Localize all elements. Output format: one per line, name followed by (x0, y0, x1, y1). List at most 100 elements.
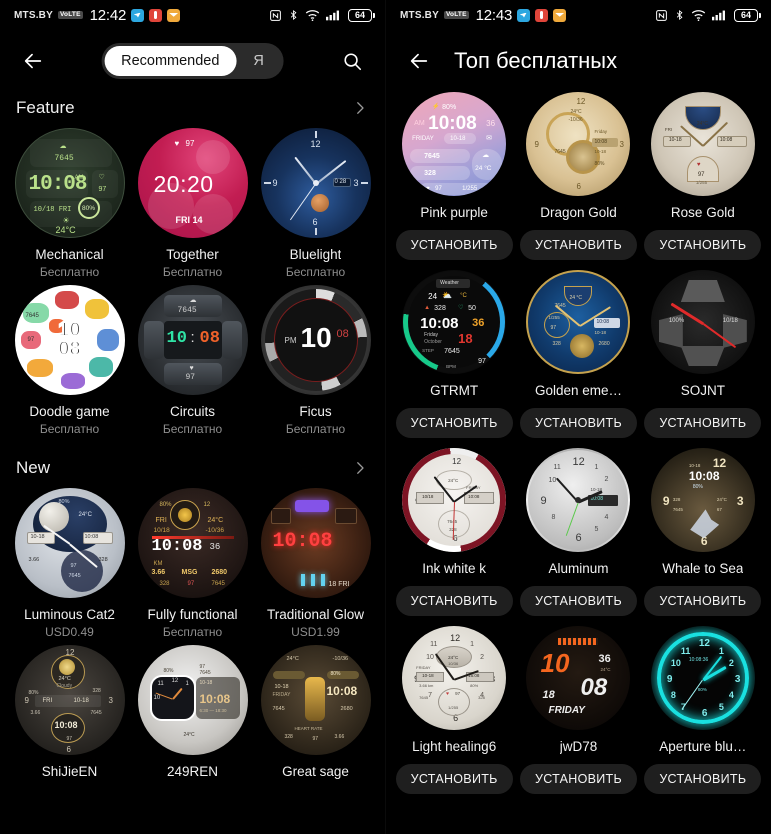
category-segmented-control[interactable]: Recommended Я (101, 43, 284, 79)
watchface-preview-249ren[interactable]: 11 12 1 10 10-18 10:08 6:30 — 18:30 24°C… (137, 645, 248, 755)
face-steps: 7645 (177, 306, 197, 315)
watchface-preview-golden-emerald[interactable]: 24 °C 7645 1/255 97 10:08 10-18 328 2680 (526, 270, 631, 374)
face-hr: 97 (187, 581, 195, 587)
watchface-card[interactable]: 24°C 10-18 10:08 FRI ♥ 97 1/255 Rose Gol… (641, 92, 765, 270)
face-hr: 97 (185, 139, 195, 148)
watchface-price: Бесплатно (285, 422, 346, 436)
right-screen: MTS.BY VoLTE 12:43 64 Топ бесплатных ⚡ 8… (385, 0, 771, 834)
watchface-card[interactable]: 11 12 1 10 10-18 10:08 6:30 — 18:30 24°C… (131, 645, 254, 785)
watchface-preview-whale-to-sea[interactable]: 12 3 6 9 10-18 10:08 80% 328 7645 24°C 6… (650, 448, 755, 552)
watchface-card[interactable]: 12 3 6 9 10-18 10:08 80% 328 7645 24°C 6… (641, 448, 765, 626)
face-temp: 24°C (78, 512, 92, 518)
watchface-card[interactable]: 24°C 10-18 10:08 3.66 328 97 7645 80% Lu… (8, 488, 131, 645)
face-num-3: 3 (353, 178, 359, 188)
watchface-card[interactable]: PM 10 08 Ficus Бесплатно (254, 285, 377, 442)
watchface-preview-ink-white-k[interactable]: 12 3 6 9 24°C 10/18 10:08 FRIDAY 7645 32… (402, 448, 507, 552)
dual-screenshot: MTS.BY VoLTE 12:42 64 Recommended Я Feat… (0, 0, 771, 834)
back-button[interactable] (16, 44, 50, 78)
watchface-preview-bluelight[interactable]: 12 3 6 9 0 28 (260, 128, 371, 238)
face-step2: 7645 (672, 507, 683, 512)
install-button[interactable]: УСТАНОВИТЬ (395, 230, 513, 260)
watchface-card[interactable]: 10:08 18 FRI Traditional Glow USD1.99 (254, 488, 377, 645)
watchface-preview-traditional-glow[interactable]: 10:08 18 FRI (260, 488, 371, 598)
install-button[interactable]: УСТАНОВИТЬ (395, 408, 513, 438)
install-button[interactable]: УСТАНОВИТЬ (395, 764, 513, 794)
section-more-button[interactable] (351, 459, 369, 477)
watchface-card[interactable]: 10 08 7645 97 Doodle game Бесплатно (8, 285, 131, 442)
face-batt: 80% (159, 502, 172, 508)
install-button[interactable]: УСТАНОВИТЬ (644, 230, 762, 260)
feature-grid: ☁ 7645 10:08 AM ♡ 97 10/18 FRI 80% ☀ 24°… (0, 128, 385, 442)
watchface-preview-aperture-blue[interactable]: 12 3 6 9 11 1 2 4 5 7 8 10 10:08:36 80% (650, 626, 755, 730)
watchface-name: GTRMT (430, 383, 479, 398)
watchface-preview-shijieen[interactable]: 24°C Cloudy FRI 10-18 10:08 80% 3.66 328… (14, 645, 125, 755)
install-button[interactable]: УСТАНОВИТЬ (644, 586, 762, 616)
install-button[interactable]: УСТАНОВИТЬ (644, 764, 762, 794)
watchface-preview-gtrmt[interactable]: Weather 24 ⛅ °C ▲ 328 ♡ 50 10:08 36 Frid… (402, 270, 507, 374)
watchface-card[interactable]: 12 3 6 9 11 1 2 4 10 7 24°C 10/36 FRIDAY… (392, 626, 516, 804)
install-button[interactable]: УСТАНОВИТЬ (519, 408, 637, 438)
watchface-card[interactable]: 24°C -10/36 80% 10-18 FRIDAY 10:08 7645 … (254, 645, 377, 785)
face-temp: 24°C (55, 225, 76, 235)
face-minute: 08 (580, 674, 608, 701)
watchface-preview-dragon-gold[interactable]: 24°C -10/36 10:08 Friday 10-18 7645 80% … (526, 92, 631, 196)
face-temp: 24°C (716, 497, 727, 502)
face-temp: 24 °C (569, 295, 583, 301)
install-button[interactable]: УСТАНОВИТЬ (644, 408, 762, 438)
watchface-preview-great-sage[interactable]: 24°C -10/36 80% 10-18 FRIDAY 10:08 7645 … (260, 645, 371, 755)
face-day: FRIDAY (416, 665, 431, 670)
watchface-card[interactable]: 24°C -10/36 10:08 Friday 10-18 7645 80% … (516, 92, 640, 270)
install-button[interactable]: УСТАНОВИТЬ (519, 230, 637, 260)
watchface-preview-rose-gold[interactable]: 24°C 10-18 10:08 FRI ♥ 97 1/255 (650, 92, 755, 196)
watchface-card[interactable]: 12 3 6 9 0 28 Bluelight Бесплатно (254, 128, 377, 285)
watchface-name: 249REN (166, 764, 219, 779)
watchface-preview-doodle[interactable]: 10 08 7645 97 (14, 285, 125, 395)
watchface-preview-luminous-cat2[interactable]: 24°C 10-18 10:08 3.66 328 97 7645 80% (14, 488, 125, 598)
segment-russian[interactable]: Я (236, 46, 280, 76)
watchface-card[interactable]: ♥ 97 20:20 FRI 14 Together Бесплатно (131, 128, 254, 285)
section-more-button[interactable] (351, 99, 369, 117)
watchface-card[interactable]: 12 3 6 9 11 1 2 4 5 7 8 10 10:08:36 80% (641, 626, 765, 804)
watchface-preview-pink-purple[interactable]: ⚡ 80% AM 10:08 36 FRIDAY 10-18 ✉ 7645 32… (402, 92, 507, 196)
watchface-card[interactable]: 80% 12 FRI 24°C 10/18 -10/36 10:08 36 KM… (131, 488, 254, 645)
watchface-preview-circuits[interactable]: ☁ 7645 10 08 : ♥ 97 (137, 285, 248, 395)
watchface-preview-light-healing6[interactable]: 12 3 6 9 11 1 2 4 10 7 24°C 10/36 FRIDAY… (402, 626, 507, 730)
watchface-preview-fully-functional[interactable]: 80% 12 FRI 24°C 10/18 -10/36 10:08 36 KM… (137, 488, 248, 598)
face-temp: 24°C (58, 676, 71, 682)
watchface-card[interactable]: ☁ 7645 10:08 AM ♡ 97 10/18 FRI 80% ☀ 24°… (8, 128, 131, 285)
face-cal: 328 (284, 734, 293, 740)
watchface-preview-aluminum[interactable]: 12 3 6 9 11 1 2 4 5 8 10 10:08 10-18 (526, 448, 631, 552)
face-date: 10-18 (199, 680, 213, 686)
watchface-card[interactable]: 12 3 6 9 11 1 2 4 5 8 10 10:08 10-18 (516, 448, 640, 626)
face-temp: 24°C (600, 667, 611, 672)
watchface-preview-together[interactable]: ♥ 97 20:20 FRI 14 (137, 128, 248, 238)
face-time: 10:08 (590, 496, 603, 502)
watchface-preview-ficus[interactable]: PM 10 08 (260, 285, 371, 395)
watchface-card[interactable]: 10 36 08 18 FRIDAY 24°C jwD78 УСТАНОВИТЬ (516, 626, 640, 804)
watchface-card[interactable]: 24°C Cloudy FRI 10-18 10:08 80% 3.66 328… (8, 645, 131, 785)
install-button[interactable]: УСТАНОВИТЬ (519, 586, 637, 616)
watchface-card[interactable]: Weather 24 ⛅ °C ▲ 328 ♡ 50 10:08 36 Frid… (392, 270, 516, 448)
watchface-card[interactable]: ☁ 7645 10 08 : ♥ 97 Circuits Бесплатно (131, 285, 254, 442)
install-button[interactable]: УСТАНОВИТЬ (519, 764, 637, 794)
watchface-preview-mechanical[interactable]: ☁ 7645 10:08 AM ♡ 97 10/18 FRI 80% ☀ 24°… (14, 128, 125, 238)
watchface-preview-sojnt[interactable]: 100% 10/18 (650, 270, 755, 374)
watchface-preview-jwd78[interactable]: 10 36 08 18 FRIDAY 24°C (526, 626, 631, 730)
watchface-name: Together (166, 247, 219, 262)
face-cond: Cloudy (56, 683, 73, 689)
face-num-6: 6 (701, 708, 708, 719)
mail-icon (553, 8, 567, 22)
watchface-card[interactable]: ⚡ 80% AM 10:08 36 FRIDAY 10-18 ✉ 7645 32… (392, 92, 516, 270)
watchface-card[interactable]: 24 °C 7645 1/255 97 10:08 10-18 328 2680… (516, 270, 640, 448)
back-button[interactable] (402, 44, 436, 78)
face-ampm: PM (284, 336, 297, 345)
watchface-name: Pink purple (420, 205, 488, 220)
nfc-icon (656, 9, 667, 21)
face-steps: 7645 (211, 581, 225, 587)
watchface-card[interactable]: 12 3 6 9 24°C 10/18 10:08 FRIDAY 7645 32… (392, 448, 516, 626)
segment-recommended[interactable]: Recommended (104, 46, 237, 76)
watchface-card[interactable]: 100% 10/18 SOJNT УСТАНОВИТЬ (641, 270, 765, 448)
search-button[interactable] (335, 44, 369, 78)
install-button[interactable]: УСТАНОВИТЬ (395, 586, 513, 616)
watchface-name: Rose Gold (670, 205, 735, 220)
